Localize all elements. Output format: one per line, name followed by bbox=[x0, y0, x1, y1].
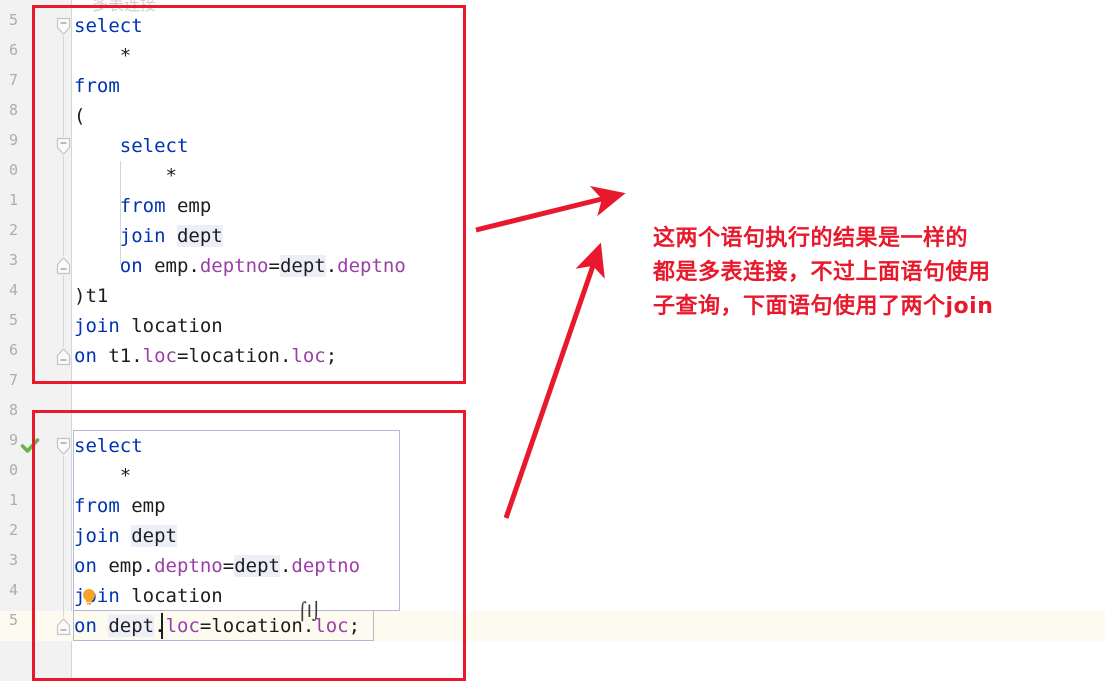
fold-marker-open-3[interactable] bbox=[56, 437, 71, 456]
code-token: = bbox=[268, 255, 280, 277]
line-number: 5 bbox=[8, 311, 18, 329]
lightbulb-icon[interactable] bbox=[81, 588, 97, 606]
line-number: 9 bbox=[8, 131, 18, 149]
code-selection-box-lastline bbox=[73, 611, 374, 641]
text-ibeam-cursor: ⌠I⌡ bbox=[298, 602, 321, 622]
code-token: select bbox=[74, 15, 143, 37]
code-line[interactable]: select bbox=[74, 131, 189, 161]
line-number: 0 bbox=[8, 461, 18, 479]
fold-marker-close-2[interactable] bbox=[56, 347, 71, 366]
code-line[interactable]: on t1.loc=location.loc; bbox=[74, 341, 337, 371]
code-token: * bbox=[74, 45, 132, 67]
code-line[interactable]: join location bbox=[74, 311, 223, 341]
code-token: dept bbox=[176, 225, 223, 247]
code-token: select bbox=[74, 135, 189, 157]
code-line[interactable]: select bbox=[74, 11, 143, 41]
text-caret bbox=[161, 613, 163, 639]
line-number: 5 bbox=[8, 11, 18, 29]
code-selection-box bbox=[73, 430, 400, 611]
line-number: 6 bbox=[8, 41, 18, 59]
code-token: * bbox=[74, 165, 177, 187]
fold-marker-close-3[interactable] bbox=[56, 617, 71, 636]
line-number: 5 bbox=[8, 611, 18, 629]
code-token: location. bbox=[188, 345, 292, 367]
code-token: from bbox=[119, 195, 166, 217]
code-token: emp bbox=[165, 195, 212, 217]
code-line[interactable]: )t1 bbox=[74, 281, 108, 311]
fold-marker-open-2[interactable] bbox=[56, 137, 71, 156]
code-token: dept bbox=[279, 255, 326, 277]
line-number: 3 bbox=[8, 251, 18, 269]
line-number: 2 bbox=[8, 521, 18, 539]
code-line[interactable]: from emp bbox=[74, 191, 212, 221]
fold-region-rule-3 bbox=[63, 275, 64, 347]
code-token: t1. bbox=[96, 345, 143, 367]
code-token: join bbox=[119, 225, 166, 247]
line-number: 9 bbox=[8, 431, 18, 449]
code-token: deptno bbox=[199, 255, 269, 277]
code-line[interactable]: on emp.deptno=dept.deptno bbox=[74, 251, 406, 281]
line-number: 2 bbox=[8, 221, 18, 239]
code-token: location bbox=[119, 315, 223, 337]
code-token: on bbox=[74, 345, 97, 367]
code-token: deptno bbox=[337, 255, 406, 277]
code-token: on bbox=[119, 255, 143, 277]
line-number: 4 bbox=[8, 281, 18, 299]
code-line[interactable]: from bbox=[74, 71, 120, 101]
line-number: 4 bbox=[8, 581, 18, 599]
fold-marker-close-1[interactable] bbox=[56, 256, 71, 275]
code-line[interactable]: join dept bbox=[74, 221, 223, 251]
line-number: 8 bbox=[8, 101, 18, 119]
sql-editor[interactable]: 多表连接 567890123456789012345 select * from(… bbox=[0, 0, 1105, 681]
code-token: loc bbox=[142, 345, 177, 367]
fold-marker-open-1[interactable] bbox=[56, 17, 71, 36]
line-number: 7 bbox=[8, 71, 18, 89]
code-token: )t1 bbox=[74, 285, 109, 307]
code-token: from bbox=[74, 75, 120, 97]
line-number: 1 bbox=[8, 191, 18, 209]
fold-region-rule-2 bbox=[63, 156, 64, 256]
line-number: 7 bbox=[8, 371, 18, 389]
code-token: . bbox=[325, 255, 338, 277]
code-line[interactable]: * bbox=[74, 41, 131, 71]
fold-region-rule-4 bbox=[63, 456, 64, 617]
line-number: 1 bbox=[8, 491, 18, 509]
fold-region-rule-1 bbox=[63, 36, 64, 137]
green-check-icon bbox=[20, 436, 40, 456]
line-number: 8 bbox=[8, 401, 18, 419]
code-token: join bbox=[74, 315, 120, 337]
code-line[interactable]: * bbox=[74, 161, 177, 191]
code-line[interactable]: ( bbox=[74, 101, 85, 131]
line-number: 3 bbox=[8, 551, 18, 569]
code-token: = bbox=[176, 345, 189, 367]
code-token: ( bbox=[74, 105, 86, 127]
folding-gutter[interactable] bbox=[48, 0, 72, 681]
code-token: emp. bbox=[142, 255, 200, 277]
code-token: loc bbox=[291, 345, 326, 367]
line-number: 0 bbox=[8, 161, 18, 179]
line-number: 6 bbox=[8, 341, 18, 359]
code-token: ; bbox=[325, 345, 338, 367]
